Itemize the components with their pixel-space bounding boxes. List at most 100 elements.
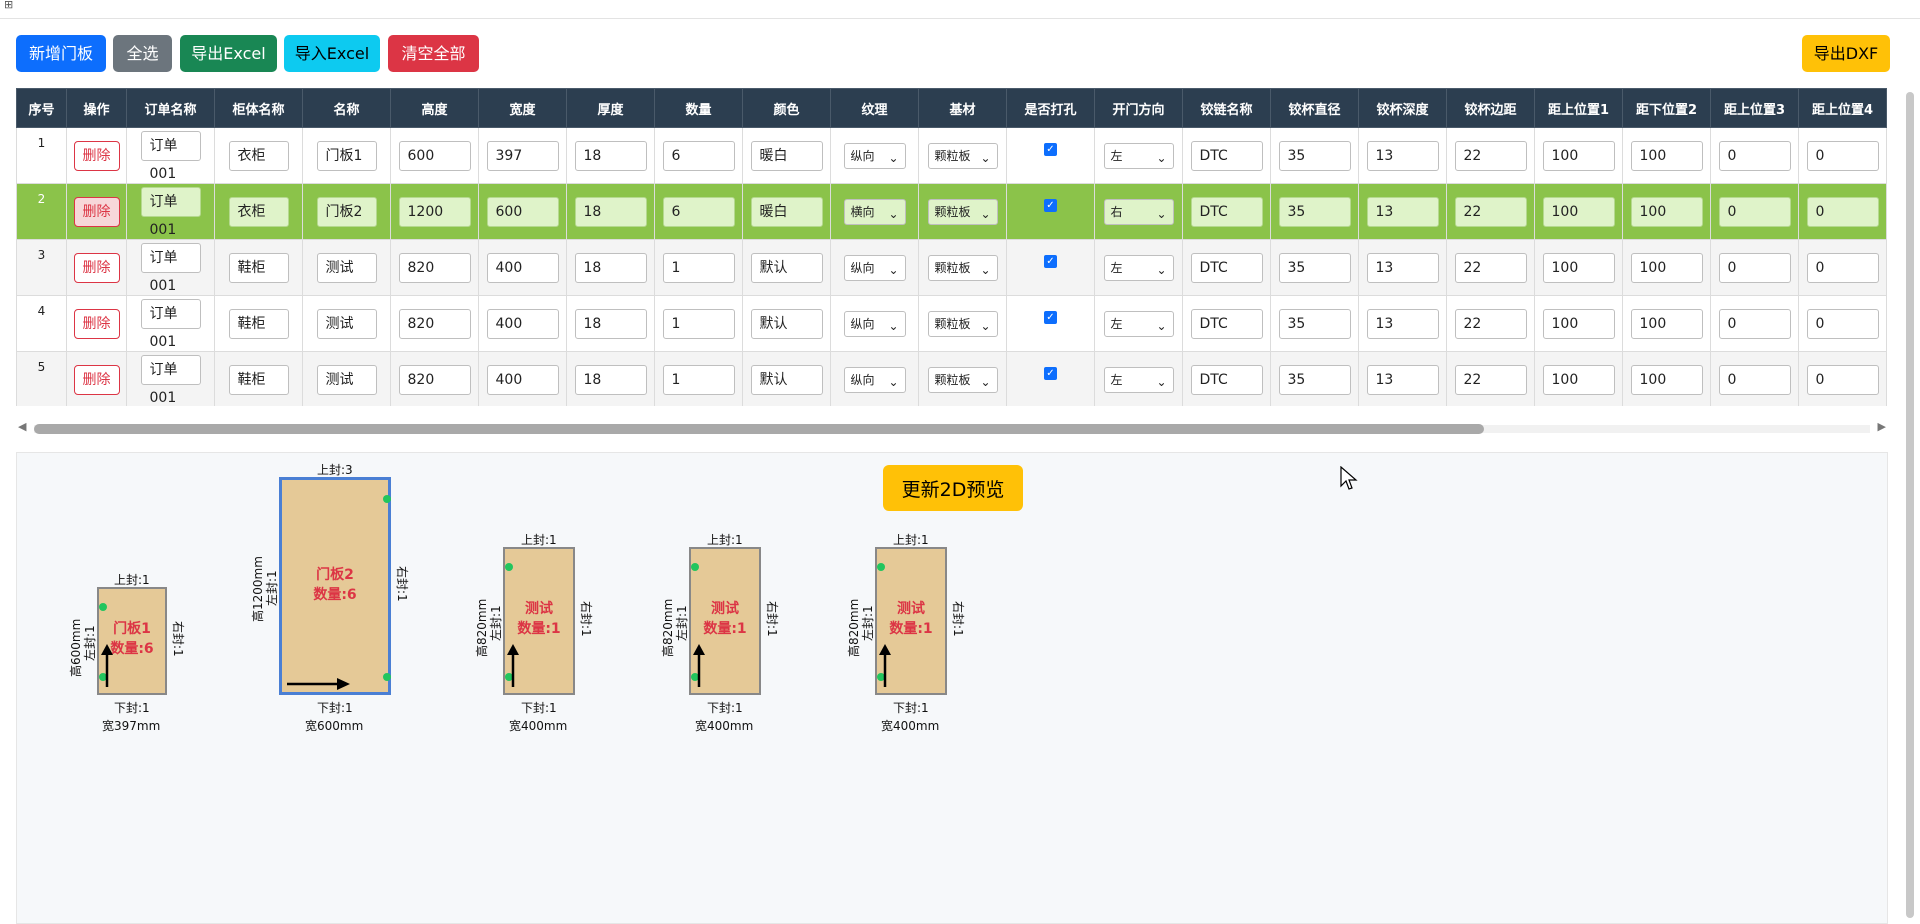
delete-button[interactable]: 删除 (73, 140, 120, 171)
cup_d-input[interactable]: 35 (1278, 364, 1351, 395)
vertical-scrollbar[interactable] (1904, 88, 1916, 924)
cup_depth-input[interactable]: 13 (1366, 196, 1439, 227)
grain-select[interactable]: 纵向 ⌄ (843, 310, 906, 337)
scroll-right-icon[interactable]: ▶ (1878, 420, 1886, 433)
update-preview-button[interactable]: 更新2D预览 (883, 465, 1023, 511)
width-input[interactable]: 400 (486, 308, 559, 339)
cup_margin-input[interactable]: 22 (1454, 140, 1527, 171)
horizontal-scrollbar[interactable]: ◀ ▶ (16, 420, 1888, 436)
width-input[interactable]: 400 (486, 364, 559, 395)
cup_d-input[interactable]: 35 (1278, 252, 1351, 283)
table-row[interactable]: 3 删除 订单001 鞋柜 测试 820 400 18 1 默认 纵向 ⌄ 颗粒板 ⌄ ✓ 左 ⌄ DTC 35 13… (16, 239, 1887, 296)
cup_margin-input[interactable]: 22 (1454, 364, 1527, 395)
pos3-input[interactable]: 0 (1718, 364, 1791, 395)
order-input[interactable]: 订单001 (140, 242, 201, 294)
pos2-input[interactable]: 100 (1630, 140, 1703, 171)
pos4-input[interactable]: 0 (1806, 140, 1879, 171)
pos3-input[interactable]: 0 (1718, 308, 1791, 339)
name-input[interactable]: 测试 (316, 364, 377, 395)
qty-input[interactable]: 1 (662, 252, 735, 283)
door-direction-select[interactable]: 右 ⌄ (1103, 198, 1174, 225)
cabinet-input[interactable]: 鞋柜 (228, 364, 289, 395)
hinge-input[interactable]: DTC (1190, 196, 1263, 227)
hinge-input[interactable]: DTC (1190, 140, 1263, 171)
cabinet-input[interactable]: 衣柜 (228, 140, 289, 171)
select-all-button[interactable]: 全选 (113, 35, 172, 72)
drill-checkbox[interactable]: ✓ (1044, 142, 1057, 156)
cup_d-input[interactable]: 35 (1278, 308, 1351, 339)
cabinet-input[interactable]: 鞋柜 (228, 252, 289, 283)
name-input[interactable]: 门板2 (316, 196, 377, 227)
door-direction-select[interactable]: 左 ⌄ (1103, 310, 1174, 337)
width-input[interactable]: 600 (486, 196, 559, 227)
width-input[interactable]: 397 (486, 140, 559, 171)
add-door-button[interactable]: 新增门板 (16, 35, 106, 72)
name-input[interactable]: 测试 (316, 308, 377, 339)
qty-input[interactable]: 6 (662, 140, 735, 171)
door-panel[interactable]: 门板2 数量:6 (279, 477, 391, 695)
grain-select[interactable]: 纵向 ⌄ (843, 142, 906, 169)
grain-select[interactable]: 纵向 ⌄ (843, 254, 906, 281)
pos2-input[interactable]: 100 (1630, 308, 1703, 339)
pos2-input[interactable]: 100 (1630, 364, 1703, 395)
scroll-thumb[interactable] (34, 424, 1484, 434)
height-input[interactable]: 1200 (398, 196, 471, 227)
door-direction-select[interactable]: 左 ⌄ (1103, 142, 1174, 169)
pos2-input[interactable]: 100 (1630, 196, 1703, 227)
pos1-input[interactable]: 100 (1542, 196, 1615, 227)
cup_margin-input[interactable]: 22 (1454, 308, 1527, 339)
pos4-input[interactable]: 0 (1806, 308, 1879, 339)
table-row[interactable]: 1 删除 订单001 衣柜 门板1 600 397 18 6 暖白 纵向 ⌄ 颗粒板 ⌄ ✓ 左 ⌄ DTC 35 1… (16, 127, 1887, 184)
export-dxf-button[interactable]: 导出DXF (1802, 35, 1890, 72)
scroll-left-icon[interactable]: ◀ (18, 420, 26, 433)
pos2-input[interactable]: 100 (1630, 252, 1703, 283)
cabinet-input[interactable]: 鞋柜 (228, 308, 289, 339)
name-input[interactable]: 门板1 (316, 140, 377, 171)
door-direction-select[interactable]: 左 ⌄ (1103, 254, 1174, 281)
pos4-input[interactable]: 0 (1806, 196, 1879, 227)
pos1-input[interactable]: 100 (1542, 364, 1615, 395)
clear-all-button[interactable]: 清空全部 (388, 35, 479, 72)
order-input[interactable]: 订单001 (140, 354, 201, 406)
height-input[interactable]: 600 (398, 140, 471, 171)
pos1-input[interactable]: 100 (1542, 252, 1615, 283)
color-input[interactable]: 暖白 (750, 140, 823, 171)
qty-input[interactable]: 1 (662, 364, 735, 395)
cup_depth-input[interactable]: 13 (1366, 252, 1439, 283)
thick-input[interactable]: 18 (574, 140, 647, 171)
table-row[interactable]: 2 删除 订单001 衣柜 门板2 1200 600 18 6 暖白 横向 ⌄ 颗粒板 ⌄ ✓ 右 ⌄ DTC 35… (16, 183, 1887, 240)
drill-checkbox[interactable]: ✓ (1044, 310, 1057, 324)
delete-button[interactable]: 删除 (73, 308, 120, 339)
order-input[interactable]: 订单001 (140, 298, 201, 350)
export-excel-button[interactable]: 导出Excel (180, 35, 277, 72)
pos4-input[interactable]: 0 (1806, 252, 1879, 283)
order-input[interactable]: 订单001 (140, 130, 201, 182)
height-input[interactable]: 820 (398, 308, 471, 339)
width-input[interactable]: 400 (486, 252, 559, 283)
drill-checkbox[interactable]: ✓ (1044, 366, 1057, 380)
hinge-input[interactable]: DTC (1190, 252, 1263, 283)
qty-input[interactable]: 6 (662, 196, 735, 227)
height-input[interactable]: 820 (398, 252, 471, 283)
cup_depth-input[interactable]: 13 (1366, 364, 1439, 395)
door-direction-select[interactable]: 左 ⌄ (1103, 366, 1174, 393)
pos3-input[interactable]: 0 (1718, 252, 1791, 283)
pos3-input[interactable]: 0 (1718, 196, 1791, 227)
thick-input[interactable]: 18 (574, 308, 647, 339)
thick-input[interactable]: 18 (574, 196, 647, 227)
drill-checkbox[interactable]: ✓ (1044, 254, 1057, 268)
base-select[interactable]: 颗粒板 ⌄ (927, 142, 998, 169)
thick-input[interactable]: 18 (574, 364, 647, 395)
base-select[interactable]: 颗粒板 ⌄ (927, 366, 998, 393)
color-input[interactable]: 暖白 (750, 196, 823, 227)
cup_depth-input[interactable]: 13 (1366, 140, 1439, 171)
vertical-scroll-thumb[interactable] (1906, 92, 1914, 918)
pos1-input[interactable]: 100 (1542, 140, 1615, 171)
drill-checkbox[interactable]: ✓ (1044, 198, 1057, 212)
cup_depth-input[interactable]: 13 (1366, 308, 1439, 339)
hinge-input[interactable]: DTC (1190, 308, 1263, 339)
cup_d-input[interactable]: 35 (1278, 196, 1351, 227)
name-input[interactable]: 测试 (316, 252, 377, 283)
delete-button[interactable]: 删除 (73, 196, 120, 227)
qty-input[interactable]: 1 (662, 308, 735, 339)
